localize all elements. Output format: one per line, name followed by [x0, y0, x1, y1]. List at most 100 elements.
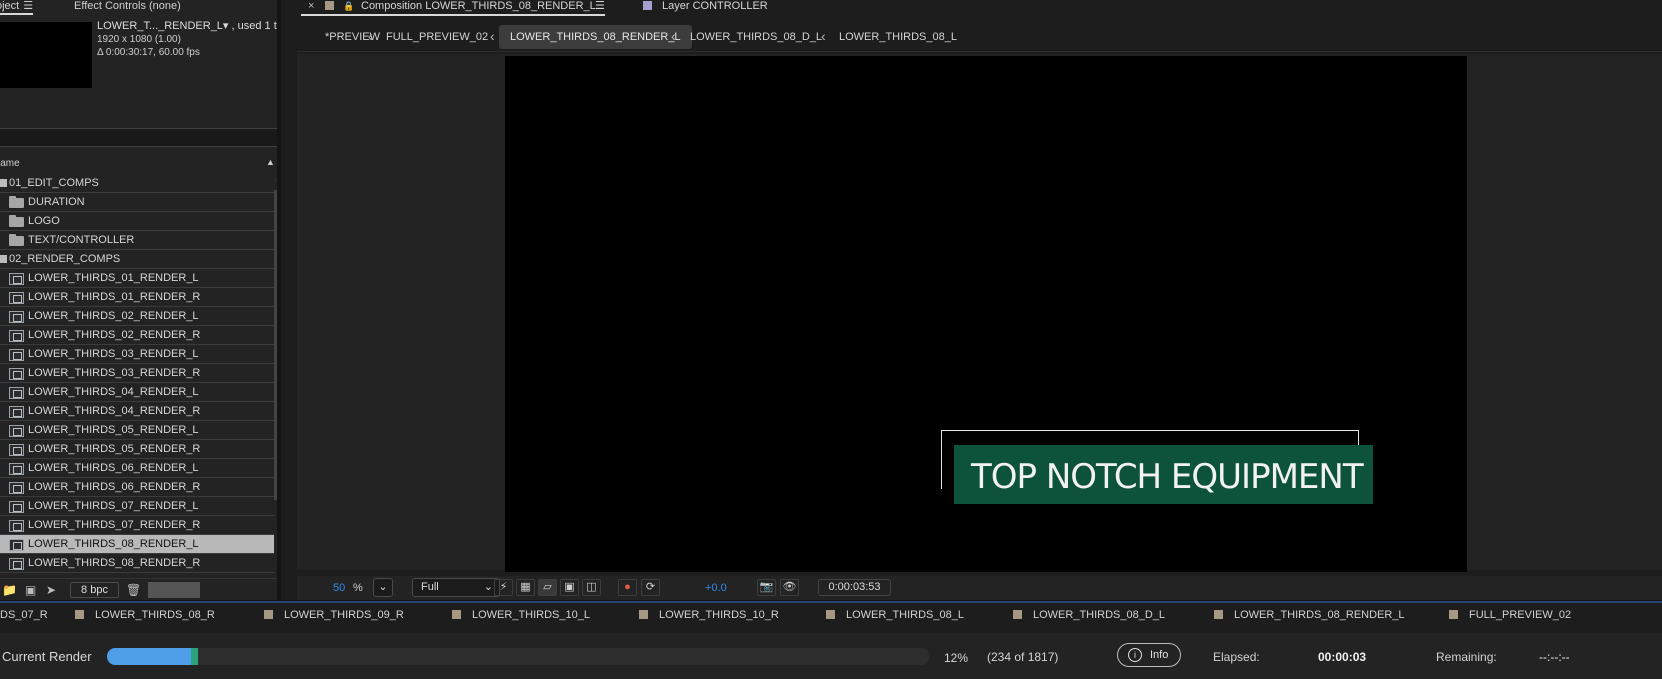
name-column-header[interactable]: lame	[0, 158, 20, 169]
project-item-label: LOWER_THIRDS_04_RENDER_R	[28, 405, 201, 417]
project-item-comp[interactable]: LOWER_THIRDS_04_RENDER_R	[0, 402, 274, 421]
comp-label-swatch	[264, 610, 273, 619]
magnification-value[interactable]: 50	[333, 582, 345, 594]
project-item-comp[interactable]: LOWER_THIRDS_01_RENDER_R	[0, 288, 274, 307]
project-item-label: DURATION	[28, 196, 85, 208]
render-queue-tab[interactable]: DS_07_R	[0, 609, 48, 621]
region-of-interest-icon[interactable]: ▣	[560, 579, 579, 596]
panel-divider[interactable]	[277, 0, 281, 600]
grid-guides-icon[interactable]: ◫	[582, 579, 601, 596]
project-item-comp[interactable]: LOWER_THIRDS_08_RENDER_L	[0, 535, 274, 554]
magnification-dropdown[interactable]: ⌄	[373, 578, 393, 597]
composition-icon	[9, 292, 24, 304]
chevron-left-icon: ‹	[671, 28, 676, 44]
chevron-down-icon: ⌄	[378, 581, 388, 593]
elapsed-value: 00:00:03	[1318, 650, 1367, 664]
render-queue-tab[interactable]: LOWER_THIRDS_08_L	[846, 609, 964, 621]
exposure-value[interactable]: +0.0	[705, 582, 727, 594]
project-item-comp[interactable]: LOWER_THIRDS_01_RENDER_L	[0, 269, 274, 288]
project-panel: oject☰ Effect Controls (none) LOWER_T...…	[0, 0, 277, 600]
render-queue-tab[interactable]: LOWER_THIRDS_10_R	[659, 609, 779, 621]
render-queue-tab[interactable]: LOWER_THIRDS_08_RENDER_L	[1234, 609, 1405, 621]
render-queue-tab[interactable]: LOWER_THIRDS_10_L	[472, 609, 590, 621]
chevron-down-icon: ⌄	[483, 581, 493, 593]
channels-icon[interactable]: ●	[618, 579, 637, 596]
composition-tab-bar: × 🔒 Composition LOWER_THIRDS_08_RENDER_L…	[297, 0, 1662, 16]
composition-icon	[9, 273, 24, 285]
comp-canvas[interactable]: TOP NOTCH EQUIPMENT	[505, 56, 1467, 572]
project-item-folder[interactable]: 01_EDIT_COMPS	[0, 174, 274, 193]
mask-visibility-icon[interactable]: ▱	[538, 579, 557, 596]
new-folder-icon[interactable]: 📁	[2, 583, 17, 597]
project-item-comp[interactable]: LOWER_THIRDS_06_RENDER_R	[0, 478, 274, 497]
project-item-comp[interactable]: LOWER_THIRDS_02_RENDER_L	[0, 307, 274, 326]
project-item-comp[interactable]: LOWER_THIRDS_06_RENDER_L	[0, 459, 274, 478]
label-swatch[interactable]	[0, 255, 7, 263]
show-snapshot-icon[interactable]: 👁	[780, 579, 799, 596]
crumb-active-comp[interactable]: LOWER_THIRDS_08_RENDER_L	[499, 25, 692, 49]
panel-menu-icon[interactable]: ☰	[23, 0, 33, 12]
sort-ascending-icon[interactable]: ▲	[266, 157, 275, 167]
render-progress-fill	[107, 648, 191, 665]
render-queue-tab[interactable]: LOWER_THIRDS_08_D_L	[1033, 609, 1165, 621]
crumb-d-l[interactable]: LOWER_THIRDS_08_D_L	[690, 31, 822, 43]
tab-composition[interactable]: Composition LOWER_THIRDS_08_RENDER_L	[361, 0, 596, 12]
project-item-comp[interactable]: LOWER_THIRDS_03_RENDER_L	[0, 345, 274, 364]
project-item-comp[interactable]: LOWER_THIRDS_08_RENDER_R	[0, 554, 274, 573]
project-item-label: LOWER_THIRDS_05_RENDER_R	[28, 443, 201, 455]
comp-info-size: 1920 x 1080 (1.00)	[97, 34, 181, 45]
close-tab-icon[interactable]: ×	[308, 0, 314, 12]
label-swatch[interactable]	[0, 179, 7, 187]
project-item-folder[interactable]: DURATION	[0, 193, 274, 212]
render-progress-tip	[191, 648, 198, 665]
project-item-comp[interactable]: LOWER_THIRDS_05_RENDER_R	[0, 440, 274, 459]
composition-icon	[9, 444, 24, 456]
project-item-comp[interactable]: LOWER_THIRDS_02_RENDER_R	[0, 326, 274, 345]
project-item-folder[interactable]: 02_RENDER_COMPS	[0, 250, 274, 269]
info-icon: i	[1128, 648, 1142, 662]
snapshot-camera-icon[interactable]: 📷	[757, 579, 776, 596]
render-queue-tab[interactable]: LOWER_THIRDS_09_R	[284, 609, 404, 621]
thumbnail-bg-swatch[interactable]	[148, 582, 200, 598]
project-item-label: LOWER_THIRDS_06_RENDER_R	[28, 481, 201, 493]
crumb-full-preview[interactable]: FULL_PREVIEW_02	[386, 31, 488, 43]
lower-third-text: TOP NOTCH EQUIPMENT	[971, 457, 1364, 497]
remaining-value: --:--:--	[1539, 650, 1570, 664]
composition-menu-icon[interactable]: ☰	[595, 0, 605, 12]
current-render-label: Current Render	[2, 649, 92, 664]
lower-third-box: TOP NOTCH EQUIPMENT	[954, 445, 1373, 504]
trash-icon[interactable]: 🗑	[126, 583, 141, 597]
comp-info-name[interactable]: LOWER_T..._RENDER_L▾ , used 1 time	[97, 20, 277, 33]
tab-project[interactable]: oject☰	[0, 0, 34, 15]
render-queue-tab[interactable]: FULL_PREVIEW_02	[1469, 609, 1571, 621]
bit-depth-button[interactable]: 8 bpc	[70, 582, 119, 598]
resolution-dropdown[interactable]: Full ⌄	[412, 578, 500, 597]
project-item-folder[interactable]: TEXT/CONTROLLER	[0, 231, 274, 250]
active-tab-underline	[301, 14, 605, 16]
crumb-l[interactable]: LOWER_THIRDS_08_L	[839, 31, 957, 43]
current-time-display[interactable]: 0:00:03:53	[818, 579, 891, 596]
reset-exposure-icon[interactable]: ⟳	[641, 579, 660, 596]
new-comp-icon[interactable]: ▣	[25, 583, 36, 597]
info-button[interactable]: i Info	[1117, 643, 1181, 667]
project-item-label: LOWER_THIRDS_04_RENDER_L	[28, 386, 199, 398]
project-item-comp[interactable]: LOWER_THIRDS_03_RENDER_R	[0, 364, 274, 383]
tab-layer[interactable]: Layer CONTROLLER	[662, 0, 768, 12]
project-search-input[interactable]	[0, 128, 277, 147]
lock-icon[interactable]: 🔒	[343, 0, 354, 12]
project-item-comp[interactable]: LOWER_THIRDS_07_RENDER_R	[0, 516, 274, 535]
render-queue-tab[interactable]: LOWER_THIRDS_08_R	[95, 609, 215, 621]
project-item-folder[interactable]: LOGO	[0, 212, 274, 231]
project-item-label: LOWER_THIRDS_07_RENDER_L	[28, 500, 199, 512]
project-item-comp[interactable]: LOWER_THIRDS_05_RENDER_L	[0, 421, 274, 440]
project-item-label: LOWER_THIRDS_02_RENDER_L	[28, 310, 199, 322]
composition-icon	[9, 406, 24, 418]
render-queue-icon[interactable]: ➤	[46, 583, 56, 597]
transparency-grid-icon[interactable]: ▦	[516, 579, 535, 596]
project-item-label: LOWER_THIRDS_08_RENDER_L	[28, 538, 199, 550]
elapsed-label: Elapsed:	[1213, 650, 1260, 664]
project-item-comp[interactable]: LOWER_THIRDS_07_RENDER_L	[0, 497, 274, 516]
tab-effect-controls[interactable]: Effect Controls (none)	[74, 0, 181, 12]
project-item-comp[interactable]: LOWER_THIRDS_04_RENDER_L	[0, 383, 274, 402]
fast-previews-icon[interactable]: ⚡	[494, 579, 513, 596]
